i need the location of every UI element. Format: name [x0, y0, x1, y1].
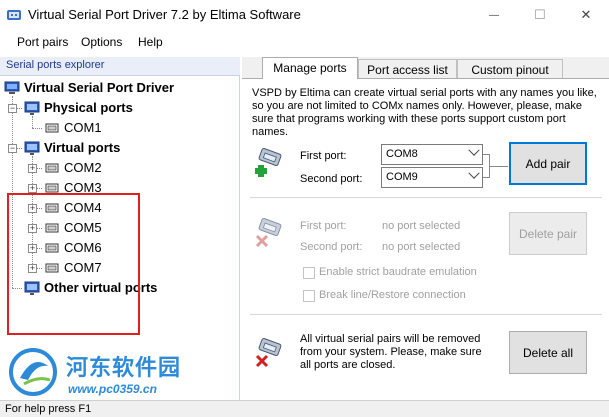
title-bar: Virtual Serial Port Driver 7.2 by Eltima… [0, 0, 609, 30]
second-port-label: Second port: [300, 173, 363, 185]
delete-all-icon [255, 338, 282, 368]
chevron-down-icon [468, 167, 480, 179]
delete-all-button[interactable]: Delete all [509, 331, 587, 374]
app-icon [7, 10, 21, 20]
delete-first-port-value: no port selected [382, 220, 461, 232]
status-bar: For help press F1 [0, 400, 609, 417]
delete-second-port-label: Second port: [300, 241, 363, 253]
monitor-icon [24, 141, 40, 155]
menu-bar: Port pairs Options Help [0, 30, 609, 54]
second-port-select[interactable]: COM9 [381, 167, 483, 188]
close-icon: ✕ [580, 7, 592, 22]
status-text: For help press F1 [5, 403, 92, 415]
delete-second-port-value: no port selected [382, 241, 461, 253]
tree-port-com1[interactable]: COM1 [64, 120, 102, 135]
watermark: 河东软件园 www.pc0359.cn [2, 342, 212, 402]
tab-strip: Manage ports Port access list Custom pin… [242, 57, 609, 79]
delete-pair-button[interactable]: Delete pair [509, 212, 587, 255]
collapse-icon[interactable]: − [8, 144, 17, 153]
tree-root[interactable]: Virtual Serial Port Driver [24, 80, 174, 95]
separator [250, 314, 602, 315]
tab-manage-ports[interactable]: Manage ports [262, 57, 358, 79]
tree-physical-ports[interactable]: Physical ports [44, 100, 133, 115]
computer-icon [4, 81, 20, 94]
second-port-value: COM9 [386, 171, 418, 183]
collapse-icon[interactable]: − [8, 104, 17, 113]
tree-port-com2[interactable]: COM2 [64, 160, 102, 175]
menu-options[interactable]: Options [81, 35, 122, 49]
minimize-button[interactable]: — [471, 0, 517, 30]
delete-all-description: All virtual serial pairs will be removed… [300, 333, 482, 371]
separator [250, 197, 602, 198]
maximize-icon: ☐ [534, 7, 546, 22]
watermark-logo-icon [9, 348, 57, 396]
first-port-select[interactable]: COM8 [381, 144, 483, 165]
serial-port-icon [45, 163, 59, 173]
strict-baudrate-checkbox[interactable] [303, 267, 315, 279]
break-line-checkbox[interactable] [303, 290, 315, 302]
watermark-text: 河东软件园 [66, 356, 182, 381]
first-port-value: COM8 [386, 148, 418, 160]
close-button[interactable]: ✕ [563, 0, 609, 30]
serial-port-icon [45, 123, 59, 133]
manage-ports-panel: VSPD by Eltima can create virtual serial… [242, 78, 609, 400]
strict-baudrate-label: Enable strict baudrate emulation [319, 266, 477, 278]
create-description: VSPD by Eltima can create virtual serial… [252, 87, 597, 138]
window-title: Virtual Serial Port Driver 7.2 by Eltima… [28, 7, 301, 22]
right-pane: Manage ports Port access list Custom pin… [242, 57, 609, 400]
break-line-label: Break line/Restore connection [319, 289, 466, 301]
monitor-icon [24, 101, 40, 115]
explorer-header: Serial ports explorer [0, 57, 240, 76]
tab-custom-pinout[interactable]: Custom pinout [457, 59, 563, 79]
add-pair-button[interactable]: Add pair [509, 142, 587, 185]
pair-bracket [483, 154, 490, 178]
minimize-icon: — [489, 9, 499, 21]
delete-pair-icon [255, 218, 282, 248]
chevron-down-icon [468, 144, 480, 156]
watermark-url: www.pc0359.cn [68, 382, 157, 396]
pair-connector [490, 166, 508, 167]
maximize-button[interactable]: ☐ [517, 0, 563, 30]
add-pair-icon [255, 148, 282, 177]
tree-virtual-ports[interactable]: Virtual ports [44, 140, 120, 155]
expand-icon[interactable]: + [28, 164, 37, 173]
tab-port-access-list[interactable]: Port access list [358, 59, 457, 79]
expand-icon[interactable]: + [28, 184, 37, 193]
first-port-label: First port: [300, 150, 347, 162]
delete-first-port-label: First port: [300, 220, 347, 232]
annotation-highlight-box [7, 193, 140, 335]
menu-help[interactable]: Help [138, 35, 163, 49]
menu-port-pairs[interactable]: Port pairs [17, 35, 68, 49]
